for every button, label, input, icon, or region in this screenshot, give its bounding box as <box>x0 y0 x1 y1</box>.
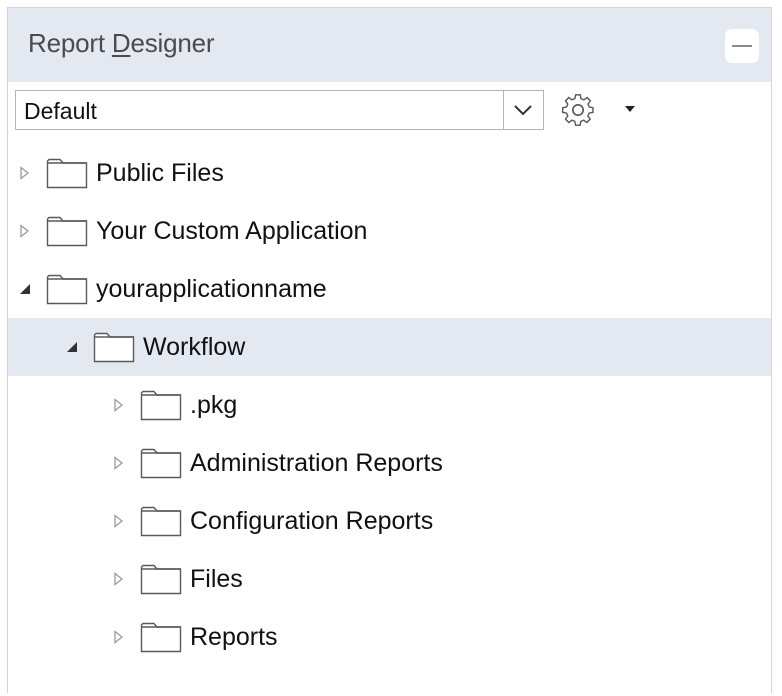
tree-item[interactable]: yourapplicationname <box>8 260 771 318</box>
collapse-panel-button[interactable] <box>725 29 759 63</box>
folder-icon <box>46 158 88 189</box>
folder-icon <box>140 622 182 653</box>
collapsed-triangle-icon[interactable] <box>112 630 126 644</box>
tree-item[interactable]: Workflow <box>8 318 771 376</box>
tree-item-label: Workflow <box>143 333 246 361</box>
toolbar: Default <box>8 82 771 136</box>
folder-icon <box>140 448 182 479</box>
chevron-down-icon <box>514 105 532 116</box>
tree-item[interactable]: Configuration Reports <box>8 492 771 550</box>
title-mnemonic: D <box>111 28 131 58</box>
view-select-value: Default <box>24 98 97 124</box>
tree-item-label: Reports <box>190 623 278 651</box>
report-designer-panel: Report Designer Default Public Files Your… <box>7 7 772 693</box>
tree-item-label: .pkg <box>190 391 238 419</box>
gear-icon[interactable] <box>560 92 596 128</box>
tree-item-label: Administration Reports <box>190 449 443 477</box>
folder-icon <box>93 332 135 363</box>
folder-icon <box>140 564 182 595</box>
folder-icon <box>140 390 182 421</box>
view-select[interactable]: Default <box>15 90 544 130</box>
tree-item-label: yourapplicationname <box>96 275 327 303</box>
collapsed-triangle-icon[interactable] <box>112 398 126 412</box>
collapsed-triangle-icon[interactable] <box>112 572 126 586</box>
tree-item[interactable]: Files <box>8 550 771 608</box>
tree-item[interactable]: Administration Reports <box>8 434 771 492</box>
tree-item[interactable]: Your Custom Application <box>8 202 771 260</box>
tree-item-label: Public Files <box>96 159 224 187</box>
caret-down-icon[interactable] <box>623 104 637 114</box>
expanded-triangle-icon[interactable] <box>65 340 79 354</box>
tree-item[interactable]: Reports <box>8 608 771 666</box>
minus-icon <box>732 45 752 47</box>
tree-item-label: Your Custom Application <box>96 217 368 245</box>
tree-item-label: Configuration Reports <box>190 507 434 535</box>
collapsed-triangle-icon[interactable] <box>18 166 32 180</box>
panel-header: Report Designer <box>8 8 771 82</box>
folder-icon <box>46 274 88 305</box>
expanded-triangle-icon[interactable] <box>18 282 32 296</box>
collapsed-triangle-icon[interactable] <box>18 224 32 238</box>
select-arrow-button[interactable] <box>503 91 543 129</box>
folder-icon <box>140 506 182 537</box>
collapsed-triangle-icon[interactable] <box>112 456 126 470</box>
tree-item[interactable]: Public Files <box>8 144 771 202</box>
tree-item[interactable]: .pkg <box>8 376 771 434</box>
panel-title: Report Designer <box>28 28 215 58</box>
tree-item-label: Files <box>190 565 243 593</box>
collapsed-triangle-icon[interactable] <box>112 514 126 528</box>
folder-icon <box>46 216 88 247</box>
